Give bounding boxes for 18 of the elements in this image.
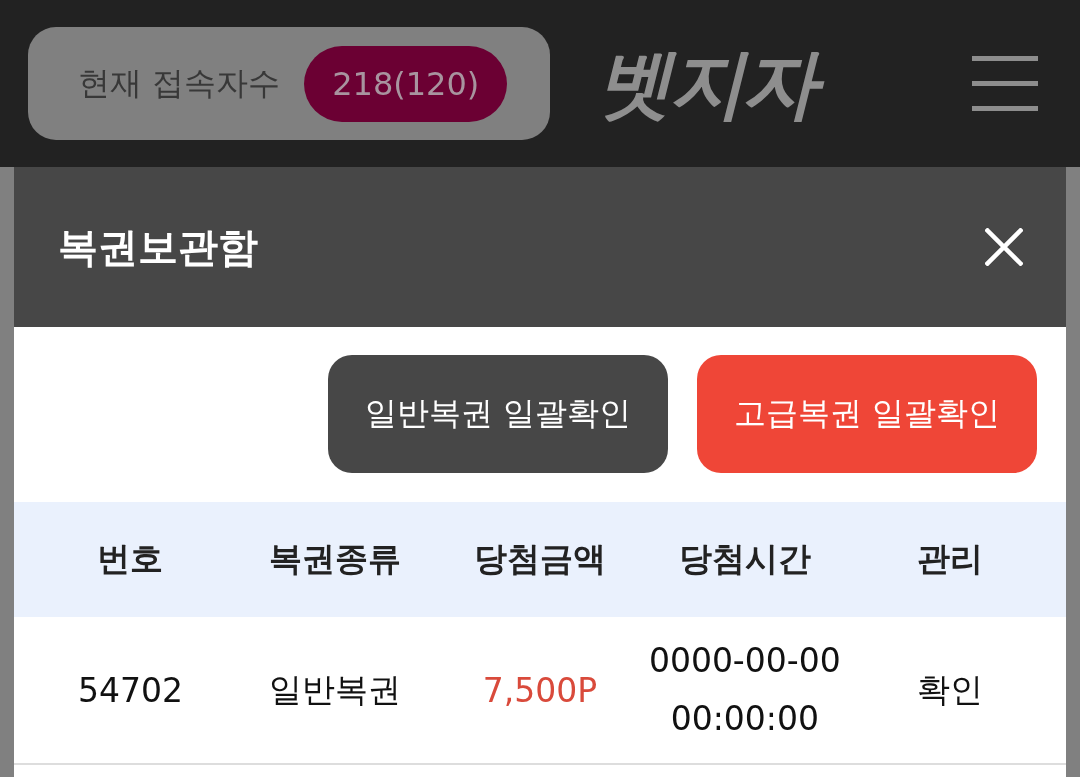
prize-amount: 7,500P [482,670,598,710]
online-count-badge: 218(120) [304,45,508,122]
table-cell: 54702 [77,670,183,710]
column-header: 관리 [916,538,983,580]
column-header: 당첨금액 [474,538,606,580]
table-cell-text: 0000-00-00 00:00:00 [647,640,842,740]
column-header: 번호 [97,538,164,580]
site-logo[interactable]: 벳지자 [590,33,837,134]
online-users-label: 현재 접속자수 [78,62,281,104]
bulk-confirm-button[interactable]: 일반복권 일괄확인 [328,355,668,473]
bulk-confirm-button[interactable]: 고급복권 일괄확인 [697,355,1037,473]
table-cell-text: 일반복권 [269,668,402,711]
menu-icon[interactable] [972,56,1038,111]
confirm-link[interactable]: 확인 [916,667,983,713]
close-icon[interactable] [985,228,1023,266]
column-header: 당첨시간 [678,538,811,580]
modal-title: 복권보관함 [58,222,258,272]
column-header: 복권종류 [269,538,402,580]
